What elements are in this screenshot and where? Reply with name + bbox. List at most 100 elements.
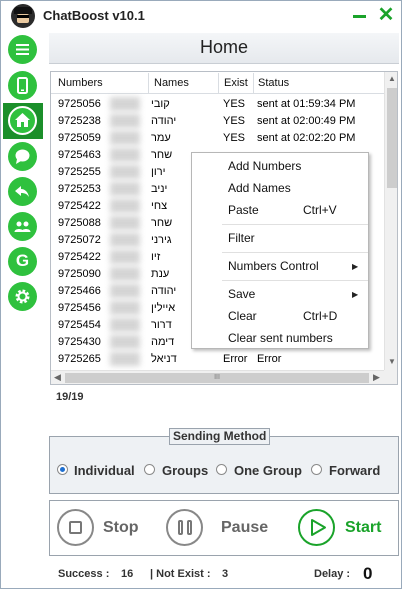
start-button[interactable]	[298, 509, 335, 546]
horizontal-scrollbar[interactable]: ◀ III ▶	[51, 370, 384, 384]
column-header-status[interactable]: Status	[258, 77, 289, 89]
redacted-digits	[110, 284, 140, 298]
menu-icon	[16, 44, 29, 55]
scroll-up-icon[interactable]: ▲	[388, 74, 396, 83]
home-icon	[15, 113, 30, 127]
radio-one-group[interactable]	[216, 464, 227, 475]
scroll-grip: III	[214, 374, 220, 381]
phone-button[interactable]	[8, 71, 37, 100]
stop-button[interactable]	[57, 509, 94, 546]
vertical-scroll-thumb[interactable]	[387, 88, 397, 188]
page-header: Home	[49, 33, 399, 64]
redacted-digits	[110, 352, 140, 366]
menu-item-filter[interactable]: Filter	[228, 231, 255, 245]
scroll-left-icon[interactable]: ◀	[54, 372, 61, 383]
stop-icon	[69, 521, 82, 534]
home-button[interactable]	[3, 103, 43, 139]
groups-button[interactable]: G	[8, 247, 37, 276]
cell-number: 9725056	[58, 98, 101, 110]
start-label[interactable]: Start	[345, 519, 381, 537]
gear-icon	[15, 289, 30, 304]
column-header-names[interactable]: Names	[154, 77, 189, 89]
table-row[interactable]: 9725059 עמר YES sent at 02:02:20 PM	[51, 130, 384, 147]
phone-icon	[17, 77, 28, 94]
not-exist-label: | Not Exist :	[150, 568, 211, 580]
contacts-button[interactable]	[8, 212, 37, 241]
context-menu: Add Numbers Add Names Paste Ctrl+V Filte…	[191, 152, 369, 349]
radio-label-individual[interactable]: Individual	[74, 463, 135, 478]
menu-divider	[222, 224, 368, 225]
cell-number: 9725072	[58, 234, 101, 246]
close-button[interactable]: ✕	[377, 5, 395, 25]
redacted-digits	[110, 114, 140, 128]
column-header-exist[interactable]: Exist	[224, 77, 248, 89]
stop-label[interactable]: Stop	[103, 519, 139, 537]
redacted-digits	[110, 148, 140, 162]
paste-shortcut: Ctrl+V	[303, 203, 337, 217]
scroll-right-icon[interactable]: ▶	[373, 372, 380, 383]
cell-exist: Error	[223, 353, 248, 365]
horizontal-scroll-thumb[interactable]: III	[65, 373, 369, 383]
radio-label-one-group[interactable]: One Group	[234, 463, 302, 478]
cell-status: Error	[257, 353, 282, 365]
column-header-numbers[interactable]: Numbers	[58, 77, 103, 89]
radio-individual[interactable]	[57, 464, 68, 475]
menu-item-clear[interactable]: Clear	[228, 309, 257, 323]
cell-status: sent at 02:02:20 PM	[257, 132, 356, 144]
back-button[interactable]	[8, 177, 37, 206]
not-exist-count: 3	[222, 568, 229, 580]
menu-divider	[222, 252, 368, 253]
success-label: Success :	[58, 568, 110, 580]
table-row[interactable]: 9725238 יהודה YES sent at 02:00:49 PM	[51, 113, 384, 130]
redacted-digits	[110, 267, 140, 281]
table-row[interactable]: 9725056 קובי YES sent at 01:59:34 PM	[51, 96, 384, 113]
g-letter-icon: G	[15, 251, 30, 270]
redacted-digits	[110, 97, 140, 111]
scroll-down-icon[interactable]: ▼	[388, 357, 396, 366]
app-title: ChatBoost v10.1	[43, 8, 145, 23]
cell-number: 9725090	[58, 268, 101, 280]
table-row[interactable]: 9725265 דניאל Error Error	[51, 351, 384, 368]
cell-number: 9725253	[58, 183, 101, 195]
page-title: Home	[199, 37, 248, 57]
submenu-arrow-icon: ▶	[352, 290, 359, 299]
submenu-arrow-icon: ▶	[352, 262, 359, 271]
sending-method-legend: Sending Method	[169, 428, 271, 445]
cell-number: 9725088	[58, 217, 101, 229]
redacted-digits	[110, 301, 140, 315]
menu-item-add-names[interactable]: Add Names	[228, 181, 291, 195]
settings-button[interactable]	[8, 282, 37, 311]
users-icon	[14, 221, 31, 232]
redacted-digits	[110, 182, 140, 196]
radio-label-forward[interactable]: Forward	[329, 463, 380, 478]
radio-forward[interactable]	[311, 464, 322, 475]
cell-name: יהודה	[151, 115, 177, 127]
radio-label-groups[interactable]: Groups	[162, 463, 208, 478]
cell-number: 9725422	[58, 200, 101, 212]
menu-item-save[interactable]: Save	[228, 287, 255, 301]
redacted-digits	[110, 233, 140, 247]
menu-item-numbers-control[interactable]: Numbers Control	[228, 259, 319, 273]
reply-arrow-icon	[15, 186, 29, 197]
minimize-button[interactable]	[353, 15, 366, 18]
pause-label[interactable]: Pause	[221, 519, 268, 537]
chat-bubble-icon	[15, 149, 30, 164]
cell-exist: YES	[223, 132, 246, 144]
pause-button[interactable]	[166, 509, 203, 546]
cell-name: קובי	[151, 98, 170, 110]
redacted-digits	[110, 250, 140, 264]
cell-exist: YES	[223, 98, 246, 110]
menu-item-add-numbers[interactable]: Add Numbers	[228, 159, 301, 173]
cell-name: עמר	[151, 132, 171, 144]
menu-button[interactable]	[8, 35, 37, 64]
vertical-scrollbar[interactable]: ▲ ▼	[384, 72, 397, 370]
menu-item-paste[interactable]: Paste	[228, 203, 259, 217]
menu-item-clear-sent[interactable]: Clear sent numbers	[228, 331, 333, 345]
radio-groups[interactable]	[144, 464, 155, 475]
redacted-digits	[110, 216, 140, 230]
cell-exist: YES	[223, 115, 246, 127]
cell-number: 9725422	[58, 251, 101, 263]
delay-value: 0	[363, 564, 373, 583]
chat-button[interactable]	[8, 142, 37, 171]
cell-number: 9725059	[58, 132, 101, 144]
